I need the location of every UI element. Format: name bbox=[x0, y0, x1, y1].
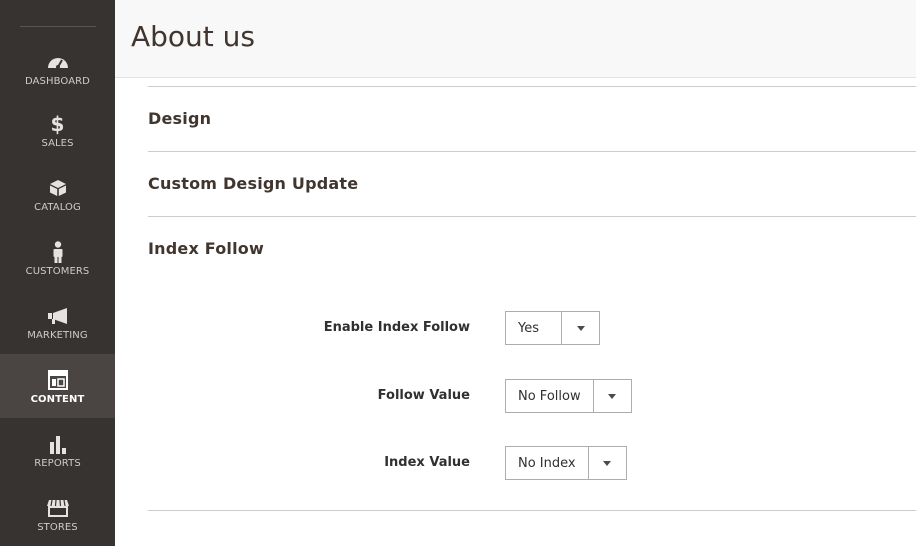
sidebar-item-catalog[interactable]: CATALOG bbox=[0, 162, 115, 226]
megaphone-icon bbox=[45, 304, 71, 328]
store-icon bbox=[45, 496, 71, 520]
bar-chart-icon bbox=[45, 432, 71, 456]
enable-index-follow-label: Enable Index Follow bbox=[323, 320, 470, 335]
dropdown-button[interactable] bbox=[592, 380, 631, 412]
follow-value-row: Follow Value No Follow bbox=[148, 379, 916, 413]
chevron-down-icon bbox=[603, 460, 612, 466]
index-value-row: Index Value No Index bbox=[148, 446, 916, 480]
follow-value-select[interactable]: No Follow bbox=[505, 379, 632, 413]
select-value: No Index bbox=[518, 455, 576, 471]
sidebar-item-sales[interactable]: $ SALES bbox=[0, 98, 115, 162]
index-value-label: Index Value bbox=[384, 455, 470, 470]
enable-index-follow-select[interactable]: Yes bbox=[505, 311, 600, 345]
enable-index-follow-row: Enable Index Follow Yes bbox=[148, 311, 916, 345]
section-custom-design-update[interactable]: Custom Design Update bbox=[148, 152, 916, 217]
chevron-down-icon bbox=[608, 393, 617, 399]
select-value: Yes bbox=[518, 320, 539, 336]
sidebar-item-label: CONTENT bbox=[30, 393, 85, 405]
sidebar-item-label: CUSTOMERS bbox=[25, 265, 90, 277]
select-value: No Follow bbox=[518, 388, 581, 404]
sidebar-item-marketing[interactable]: MARKETING bbox=[0, 290, 115, 354]
dashboard-icon bbox=[45, 50, 71, 74]
section-design[interactable]: Design bbox=[148, 87, 916, 152]
dollar-icon: $ bbox=[50, 111, 65, 136]
page-header: About us bbox=[115, 0, 916, 78]
sidebar-item-reports[interactable]: REPORTS bbox=[0, 418, 115, 482]
section-title: Custom Design Update bbox=[148, 174, 359, 193]
sidebar-item-label: STORES bbox=[37, 521, 78, 533]
sidebar-item-label: MARKETING bbox=[27, 329, 88, 341]
sidebar-divider bbox=[20, 26, 96, 27]
admin-sidebar: DASHBOARD $ SALES CATALOG CUSTOMERS MARK… bbox=[0, 0, 115, 546]
chevron-down-icon bbox=[576, 325, 585, 331]
layout-icon bbox=[45, 368, 71, 392]
section-index-follow[interactable]: Index Follow bbox=[148, 217, 916, 282]
sidebar-item-label: CATALOG bbox=[34, 201, 81, 213]
dropdown-button[interactable] bbox=[587, 447, 626, 479]
follow-value-label: Follow Value bbox=[377, 388, 470, 403]
sidebar-item-label: DASHBOARD bbox=[24, 75, 90, 87]
section-title: Design bbox=[148, 109, 212, 128]
section-title: Index Follow bbox=[148, 239, 264, 258]
sidebar-item-customers[interactable]: CUSTOMERS bbox=[0, 226, 115, 290]
page-title: About us bbox=[131, 20, 256, 53]
sidebar-item-stores[interactable]: STORES bbox=[0, 482, 115, 546]
person-icon bbox=[45, 240, 71, 264]
index-value-select[interactable]: No Index bbox=[505, 446, 627, 480]
box-icon bbox=[45, 176, 71, 200]
sidebar-item-label: REPORTS bbox=[34, 457, 81, 469]
sidebar-item-label: SALES bbox=[41, 137, 74, 149]
divider bbox=[148, 510, 916, 511]
dropdown-button[interactable] bbox=[561, 312, 599, 344]
sidebar-item-dashboard[interactable]: DASHBOARD bbox=[0, 36, 115, 100]
sidebar-item-content[interactable]: CONTENT bbox=[0, 354, 115, 418]
